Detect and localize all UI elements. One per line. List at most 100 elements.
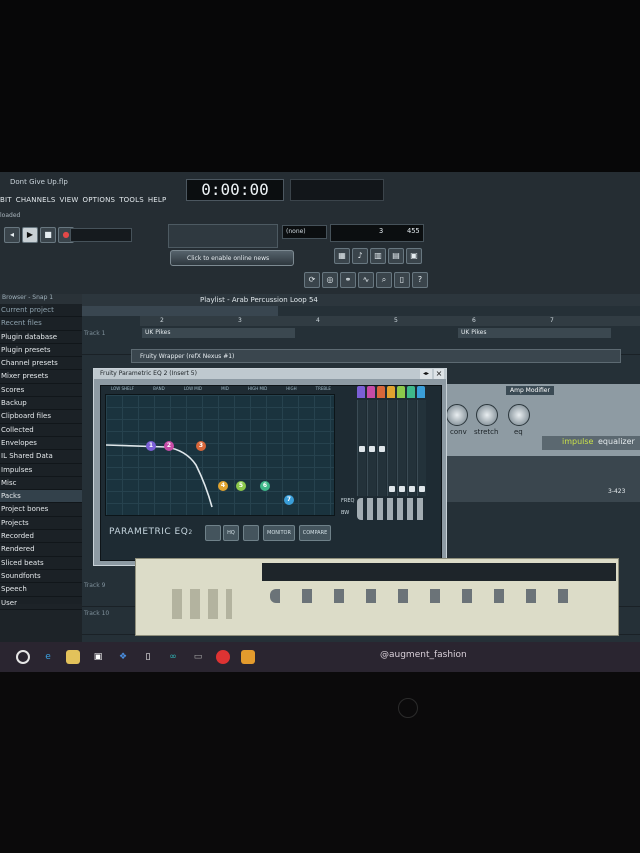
eq-node-3[interactable]: 3 [196,441,206,451]
link-icon[interactable]: ⚭ [340,272,356,288]
stop-button[interactable]: ■ [40,227,56,243]
menu-item-bit[interactable]: BIT [0,196,12,208]
refresh-icon[interactable]: ⟳ [304,272,320,288]
channel-view-button[interactable]: ▤ [388,248,404,264]
browser-item[interactable]: Clipboard files [0,410,82,424]
nexus-wrapper-titlebar[interactable]: Fruity Wrapper (refX Nexus #1) [131,349,621,363]
band-5-gain-slider[interactable] [397,400,406,496]
wave-icon[interactable]: ∿ [358,272,374,288]
cpu-meter [290,179,384,201]
browser-item[interactable]: Recorded [0,530,82,544]
browser-item[interactable]: IL Shared Data [0,450,82,464]
band-2-gain-slider[interactable] [367,400,376,496]
media-icon[interactable]: ▭ [191,650,205,664]
browser-item[interactable]: Packs [0,490,82,504]
browser-item[interactable]: Current project [0,304,82,318]
eq-node-7[interactable]: 7 [284,495,294,505]
nexus-lower [446,456,640,502]
store-icon[interactable]: ▣ [91,650,105,664]
rewind-button[interactable]: ◂ [4,227,20,243]
eq-close-button[interactable]: × [434,369,444,379]
monitor-button[interactable]: MONITOR [263,525,295,541]
stretch-knob[interactable] [476,404,498,426]
browser-item[interactable]: Rendered [0,543,82,557]
browser-item[interactable]: Projects [0,517,82,531]
sampler-controls[interactable] [172,589,232,619]
ruler-mark: 3 [238,317,242,324]
bw-label: BW [341,510,350,516]
menu-item-tools[interactable]: TOOLS [119,196,144,208]
eq-node-1[interactable]: 1 [146,441,156,451]
sampler-knob-row[interactable] [270,589,590,603]
menu-item-channels[interactable]: CHANNELS [16,196,56,208]
browser-view-button[interactable]: ▣ [406,248,422,264]
sampler-panel [135,558,619,636]
eq-node-5[interactable]: 5 [236,481,246,491]
eq-band-label: MID [221,386,229,391]
online-news-button[interactable]: Click to enable online news [170,250,294,266]
fl-studio-icon[interactable] [241,650,255,664]
browser-item[interactable]: Envelopes [0,437,82,451]
browser-item[interactable]: Sliced beats [0,557,82,570]
browser-item[interactable]: Channel presets [0,357,82,371]
band-6-gain-slider[interactable] [407,400,416,496]
eq-knob[interactable] [508,404,530,426]
arduino-icon[interactable]: ∞ [166,650,180,664]
eq-node-2[interactable]: 2 [164,441,174,451]
eq-node-4[interactable]: 4 [218,481,228,491]
mixer-view-button[interactable]: ▥ [370,248,386,264]
menu-item-options[interactable]: OPTIONS [83,196,116,208]
conv-knob[interactable] [446,404,468,426]
ruler-mark: 6 [472,317,476,324]
browser-item[interactable]: Soundfonts [0,570,82,584]
band-7-gain-slider[interactable] [417,400,426,496]
band-4-gain-slider[interactable] [387,400,396,496]
browser-item[interactable]: Speech [0,583,82,597]
menu-item-help[interactable]: HELP [148,196,167,208]
compare-button[interactable]: COMPARE [299,525,331,541]
browser-item[interactable]: Scores [0,384,82,398]
browser-item[interactable]: Misc [0,477,82,491]
pattern-selector[interactable]: (none) [282,225,327,239]
pattern-song-toggle[interactable] [70,228,132,242]
band-knob-row[interactable] [357,498,427,520]
browser-item[interactable]: Project bones [0,503,82,517]
browser-item[interactable]: Plugin database [0,331,82,344]
band-4-color [387,386,395,398]
browser-item[interactable]: Backup [0,397,82,411]
edge-icon[interactable]: e [41,650,55,664]
browser-item[interactable]: User [0,597,82,610]
search-icon[interactable]: ⌕ [376,272,392,288]
band-1-gain-slider[interactable] [357,400,366,496]
phone-icon[interactable]: ▯ [394,272,410,288]
browser-item[interactable]: Impulses [0,464,82,477]
browser-item[interactable]: Plugin presets [0,344,82,358]
stop-icon: ■ [44,230,52,239]
eq-knob-label: eq [514,428,523,436]
browser-item[interactable]: Recent files [0,317,82,331]
playlist-view-button[interactable]: ▦ [334,248,350,264]
draw-button[interactable] [243,525,259,541]
eq-band-label: HIGH MID [247,386,268,391]
folder-icon[interactable] [66,650,80,664]
browser-item[interactable]: Mixer presets [0,370,82,384]
cortana-icon[interactable] [16,650,30,664]
band-solo-button[interactable] [205,525,221,541]
piano-view-button[interactable]: ♪ [352,248,368,264]
sampler-waveform[interactable] [262,563,616,581]
play-button[interactable]: ▶ [22,227,38,243]
eq-arrow-button[interactable]: ◂▸ [420,369,432,379]
dropbox-icon[interactable]: ❖ [116,650,130,664]
opera-icon[interactable] [216,650,230,664]
hq-button[interactable]: HQ [223,525,239,541]
file-icon[interactable]: ▯ [141,650,155,664]
cpu-icon[interactable]: ◎ [322,272,338,288]
tempo-display[interactable]: 3 455 [330,224,424,242]
browser-item[interactable]: Collected [0,424,82,437]
help-icon[interactable]: ? [412,272,428,288]
menu-item-view[interactable]: VIEW [60,196,79,208]
playlist-title-bar: Playlist - Arab Percussion Loop 54 [82,294,640,306]
band-3-gain-slider[interactable] [377,400,386,496]
eq-response-graph[interactable]: 1 2 3 4 5 6 7 [105,394,335,516]
eq-node-6[interactable]: 6 [260,481,270,491]
